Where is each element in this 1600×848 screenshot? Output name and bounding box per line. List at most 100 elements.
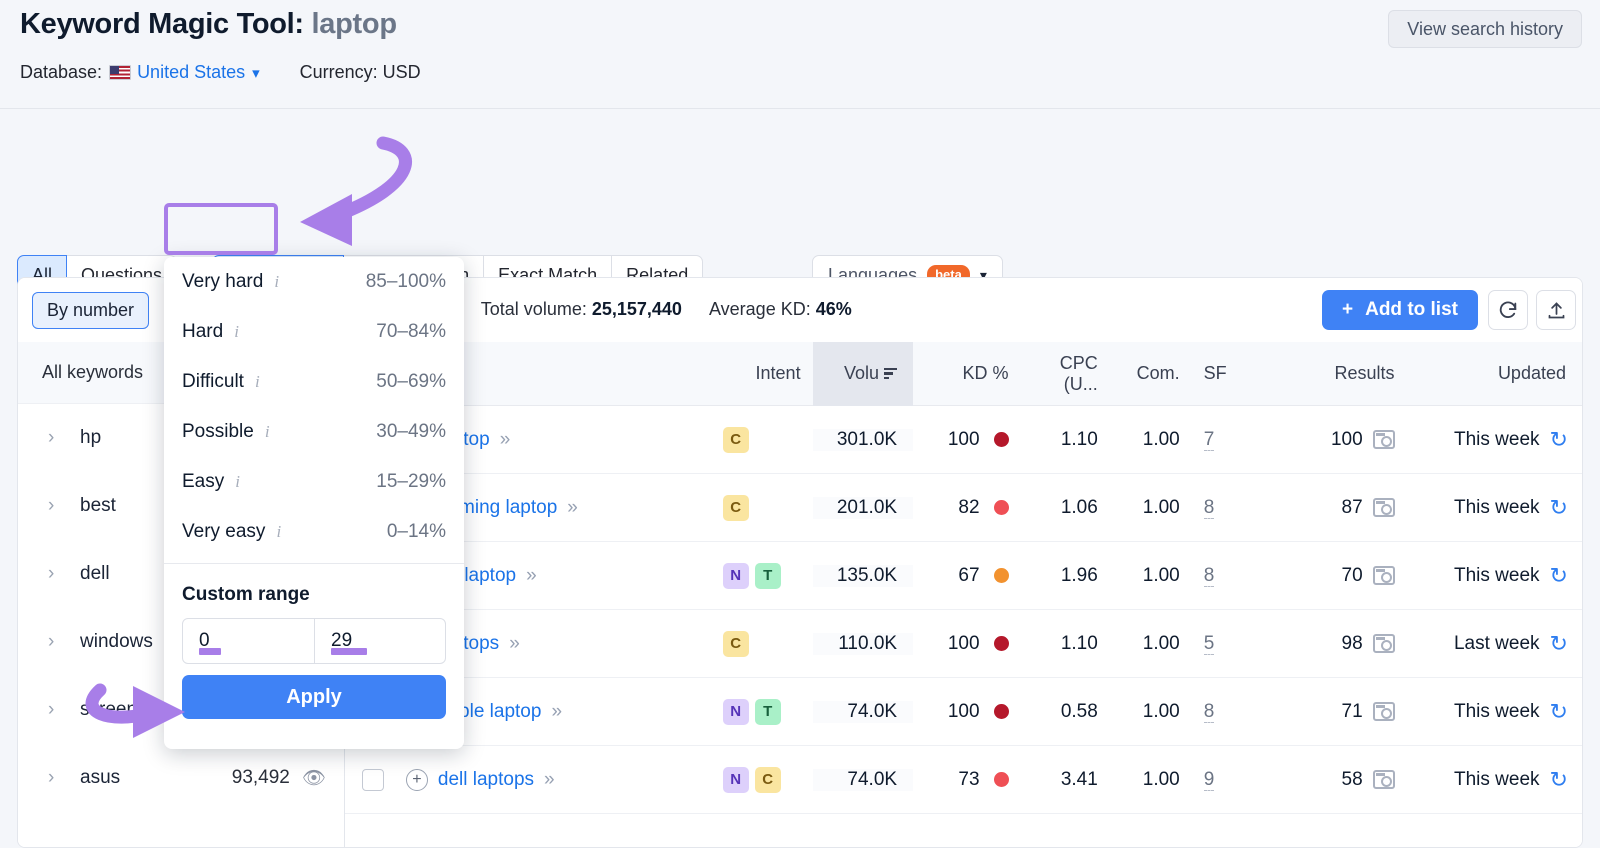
serp-icon[interactable] xyxy=(1373,430,1395,449)
add-to-list-button[interactable]: + Add to list xyxy=(1322,290,1478,330)
info-icon[interactable]: i xyxy=(255,372,260,392)
range-from-input[interactable]: 0 xyxy=(183,619,314,663)
sf-value[interactable]: 8 xyxy=(1204,701,1215,723)
column-header-volume[interactable]: Volu xyxy=(813,342,913,406)
chevron-right-icon[interactable]: › xyxy=(48,427,68,449)
apply-button[interactable]: Apply xyxy=(182,675,446,719)
kd-range-option[interactable]: Hardi70–84% xyxy=(164,307,464,357)
refresh-icon[interactable]: ↻ xyxy=(1550,563,1568,589)
column-header-intent[interactable]: Intent xyxy=(711,363,813,384)
page-header: Keyword Magic Tool: laptop Database: Uni… xyxy=(0,0,1600,108)
summary-kd-label: Average KD: xyxy=(709,299,811,319)
kd-range-option[interactable]: Very hardi85–100% xyxy=(164,257,464,307)
chevron-right-icon[interactable]: › xyxy=(48,563,68,585)
refresh-button[interactable] xyxy=(1488,290,1528,330)
column-header-results[interactable]: Results xyxy=(1259,363,1415,384)
refresh-icon[interactable]: ↻ xyxy=(1550,767,1568,793)
refresh-icon[interactable]: ↻ xyxy=(1550,631,1568,657)
intent-badge-c: C xyxy=(723,495,749,521)
sf-value[interactable]: 9 xyxy=(1204,769,1215,791)
expand-keyword-icon[interactable]: » xyxy=(551,701,560,723)
view-search-history-button[interactable]: View search history xyxy=(1388,10,1582,48)
column-header-kd[interactable]: KD % xyxy=(913,363,1022,384)
chevron-right-icon[interactable]: › xyxy=(48,495,68,517)
results-cell: 87 xyxy=(1259,497,1415,519)
info-icon[interactable]: i xyxy=(235,472,240,492)
volume-cell: 110.0K xyxy=(813,633,913,655)
kd-range-label: Easy xyxy=(182,471,224,493)
cpc-cell: 1.10 xyxy=(1023,429,1112,451)
cpc-cell: 0.58 xyxy=(1023,701,1112,723)
refresh-icon[interactable]: ↻ xyxy=(1550,699,1568,725)
table-row[interactable]: +dell laptops»NC74.0K733.411.00958This w… xyxy=(345,746,1583,814)
chevron-right-icon[interactable]: › xyxy=(48,767,68,789)
range-to-input[interactable]: 29 xyxy=(314,619,445,663)
kd-range-label: Very hard xyxy=(182,271,263,293)
sort-icon xyxy=(884,368,897,380)
refresh-icon[interactable]: ↻ xyxy=(1550,495,1568,521)
kd-range-option[interactable]: Possiblei30–49% xyxy=(164,407,464,457)
sf-value[interactable]: 8 xyxy=(1204,497,1215,519)
chevron-right-icon[interactable]: › xyxy=(48,631,68,653)
sf-value[interactable]: 8 xyxy=(1204,565,1215,587)
sf-cell: 7 xyxy=(1190,429,1259,451)
page-title: Keyword Magic Tool: laptop xyxy=(20,8,397,41)
chevron-down-icon[interactable]: ▾ xyxy=(252,64,260,82)
export-button[interactable] xyxy=(1536,290,1576,330)
serp-icon[interactable] xyxy=(1373,566,1395,585)
table-row[interactable]: +laptops»C110.0K1001.101.00598Last week↻ xyxy=(345,610,1583,678)
updated-value: This week xyxy=(1454,565,1540,587)
serp-icon[interactable] xyxy=(1373,770,1395,789)
column-header-sf[interactable]: SF xyxy=(1190,363,1259,384)
results-value: 100 xyxy=(1331,429,1363,451)
keyword-link[interactable]: dell laptops xyxy=(438,769,534,791)
sidebar-group-label: asus xyxy=(80,767,232,789)
kd-range-value: 50–69% xyxy=(376,371,446,393)
cpc-cell: 1.10 xyxy=(1023,633,1112,655)
refresh-icon[interactable]: ↻ xyxy=(1550,427,1568,453)
database-select[interactable]: United States xyxy=(137,62,245,83)
expand-keyword-icon[interactable]: » xyxy=(509,633,518,655)
results-value: 98 xyxy=(1342,633,1363,655)
add-keyword-icon[interactable]: + xyxy=(406,769,428,791)
kd-range-option[interactable]: Very easyi0–14% xyxy=(164,507,464,557)
sf-value[interactable]: 5 xyxy=(1204,633,1215,655)
kd-range-option[interactable]: Easyi15–29% xyxy=(164,457,464,507)
column-header-updated[interactable]: Updated xyxy=(1415,363,1583,384)
us-flag-icon xyxy=(109,65,131,80)
keywords-table: word Intent Volu KD % CPC (U... Com. SF … xyxy=(345,342,1583,848)
expand-keyword-icon[interactable]: » xyxy=(567,497,576,519)
intent-cell: C xyxy=(711,631,813,657)
column-header-com[interactable]: Com. xyxy=(1112,363,1190,384)
kd-range-option[interactable]: Difficulti50–69% xyxy=(164,357,464,407)
row-checkbox[interactable] xyxy=(362,769,384,791)
updated-cell: This week↻ xyxy=(1415,495,1583,521)
expand-keyword-icon[interactable]: » xyxy=(526,565,535,587)
expand-keyword-icon[interactable]: » xyxy=(544,769,553,791)
eye-icon[interactable]: 👁 xyxy=(302,766,326,790)
table-row[interactable]: +gaming laptop»C201.0K821.061.00887This … xyxy=(345,474,1583,542)
sidebar-group-item[interactable]: ›asus93,492👁 xyxy=(18,744,344,812)
volume-cell: 74.0K xyxy=(813,769,913,791)
intent-badge-c: C xyxy=(723,631,749,657)
info-icon[interactable]: i xyxy=(274,272,279,292)
kd-difficulty-dot xyxy=(994,568,1009,583)
chevron-right-icon[interactable]: › xyxy=(48,699,68,721)
table-row[interactable]: +apple laptop»NT74.0K1000.581.00871This … xyxy=(345,678,1583,746)
expand-keyword-icon[interactable]: » xyxy=(500,429,509,451)
column-header-cpc[interactable]: CPC (U... xyxy=(1022,353,1111,395)
table-row[interactable]: +hp laptop»NT135.0K671.961.00870This wee… xyxy=(345,542,1583,610)
sf-value[interactable]: 7 xyxy=(1204,429,1215,451)
page-title-main: Keyword Magic Tool: xyxy=(20,8,304,40)
serp-icon[interactable] xyxy=(1373,498,1395,517)
serp-icon[interactable] xyxy=(1373,702,1395,721)
database-label: Database: xyxy=(20,62,102,83)
by-number-toggle[interactable]: By number xyxy=(32,292,149,329)
plus-icon: + xyxy=(1342,299,1353,321)
table-row[interactable]: +laptop»C301.0K1001.101.007100This week↻ xyxy=(345,406,1583,474)
serp-icon[interactable] xyxy=(1373,634,1395,653)
info-icon[interactable]: i xyxy=(276,522,281,542)
info-icon[interactable]: i xyxy=(265,422,270,442)
info-icon[interactable]: i xyxy=(234,322,239,342)
intent-badge-n: N xyxy=(723,699,749,725)
